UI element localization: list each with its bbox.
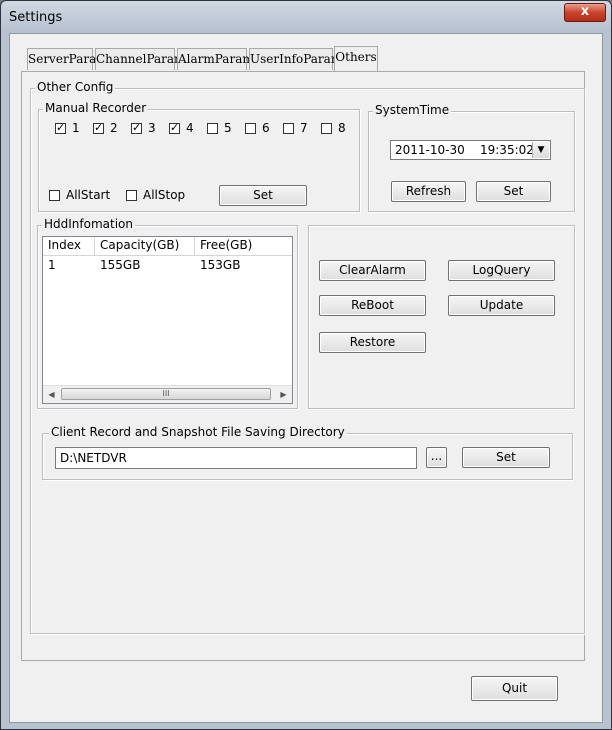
channel-checkbox-label: 2 — [110, 121, 118, 135]
channel-checkbox-7[interactable]: 7 — [283, 121, 308, 135]
system-time-picker[interactable]: 2011-10-30 19:35:02 ▼ — [390, 140, 551, 160]
channel-checkbox-box[interactable] — [283, 122, 294, 134]
row-index-cell: 1 — [48, 258, 56, 272]
tab-others[interactable]: Others — [334, 46, 378, 71]
channel-checkbox-4[interactable]: 4 — [169, 121, 194, 135]
channel-checkbox-6[interactable]: 6 — [245, 121, 270, 135]
channel-checkbox-2[interactable]: 2 — [93, 121, 118, 135]
allstop-label: AllStop — [143, 188, 186, 202]
set-time-button[interactable]: Set — [476, 181, 551, 202]
chevron-down-icon[interactable]: ▼ — [532, 142, 549, 158]
channel-checkbox-1[interactable]: 1 — [55, 121, 80, 135]
channel-checkbox-label: 4 — [186, 121, 194, 135]
channel-checkbox-label: 6 — [262, 121, 270, 135]
tab-userinfoparam[interactable]: UserInfoParam — [249, 48, 342, 70]
channel-checkbox-3[interactable]: 3 — [131, 121, 156, 135]
refresh-time-button[interactable]: Refresh — [391, 181, 466, 202]
channel-checkbox-box[interactable] — [321, 122, 332, 134]
allstart-box[interactable] — [49, 189, 60, 201]
log-query-button[interactable]: LogQuery — [448, 260, 555, 281]
row-free-cell: 153GB — [200, 258, 241, 272]
system-time-label: SystemTime — [373, 103, 452, 117]
channel-checkbox-box[interactable] — [131, 121, 142, 134]
save-directory-set-button[interactable]: Set — [462, 447, 550, 468]
title-bar[interactable]: Settings x — [1, 1, 611, 33]
save-directory-input[interactable]: D:\NETDVR — [55, 447, 417, 469]
channel-checkbox-label: 7 — [300, 121, 308, 135]
manual-record-set-button[interactable]: Set — [219, 185, 307, 206]
tab-alarmparam[interactable]: AlarmParam — [177, 48, 254, 70]
scroll-right-icon[interactable]: ▶ — [275, 386, 292, 403]
column-header-free[interactable]: Free(GB) — [195, 237, 294, 255]
update-button[interactable]: Update — [448, 295, 555, 316]
column-header-index[interactable]: Index — [43, 237, 95, 255]
browse-directory-button[interactable]: ... — [426, 447, 447, 468]
channel-checkbox-box[interactable] — [245, 122, 256, 134]
channel-checkbox-label: 5 — [224, 121, 232, 135]
channel-checkbox-label: 3 — [148, 121, 156, 135]
clear-alarm-button[interactable]: ClearAlarm — [319, 260, 426, 281]
channel-checkbox-label: 8 — [338, 121, 346, 135]
allstart-label: AllStart — [66, 188, 111, 202]
channel-checkbox-label: 1 — [72, 121, 80, 135]
scroll-thumb[interactable]: III — [61, 388, 271, 400]
close-icon: x — [580, 4, 590, 19]
actions-group — [308, 225, 575, 409]
manual-recorder-label: Manual Recorder — [43, 101, 149, 115]
channel-checkbox-box[interactable] — [93, 121, 104, 134]
hdd-list-header: Index Capacity(GB) Free(GB) — [43, 237, 292, 256]
channel-checkbox-box[interactable] — [207, 122, 218, 134]
hdd-info-label: HddInfomation — [42, 217, 135, 231]
row-capacity-cell: 155GB — [100, 258, 141, 272]
reboot-button[interactable]: ReBoot — [319, 295, 426, 316]
tab-serverparam[interactable]: ServerParam — [27, 48, 108, 70]
save-directory-label: Client Record and Snapshot File Saving D… — [49, 425, 347, 439]
channel-checkbox-box[interactable] — [169, 121, 180, 134]
close-button[interactable]: x — [564, 3, 606, 22]
channel-checkbox-8[interactable]: 8 — [321, 121, 346, 135]
channel-checkbox-box[interactable] — [55, 121, 66, 134]
settings-window: Settings x ServerParam ChannelParam Alar… — [0, 0, 612, 730]
quit-button[interactable]: Quit — [471, 676, 558, 701]
restore-button[interactable]: Restore — [319, 332, 426, 353]
hdd-info-list[interactable]: Index Capacity(GB) Free(GB) 1 155GB 153G… — [42, 236, 293, 404]
allstart-checkbox[interactable]: AllStart — [49, 188, 110, 202]
allstop-box[interactable] — [126, 189, 137, 201]
scroll-left-icon[interactable]: ◀ — [43, 386, 60, 403]
hdd-list-scrollbar[interactable]: ◀ III ▶ — [43, 385, 292, 403]
tab-channelparam[interactable]: ChannelParam — [95, 48, 185, 70]
system-time-value: 2011-10-30 19:35:02 — [395, 143, 534, 157]
channel-checkbox-5[interactable]: 5 — [207, 121, 232, 135]
window-title: Settings — [9, 10, 63, 25]
column-header-capacity[interactable]: Capacity(GB) — [95, 237, 195, 255]
allstop-checkbox[interactable]: AllStop — [126, 188, 185, 202]
other-config-label: Other Config — [35, 80, 116, 94]
